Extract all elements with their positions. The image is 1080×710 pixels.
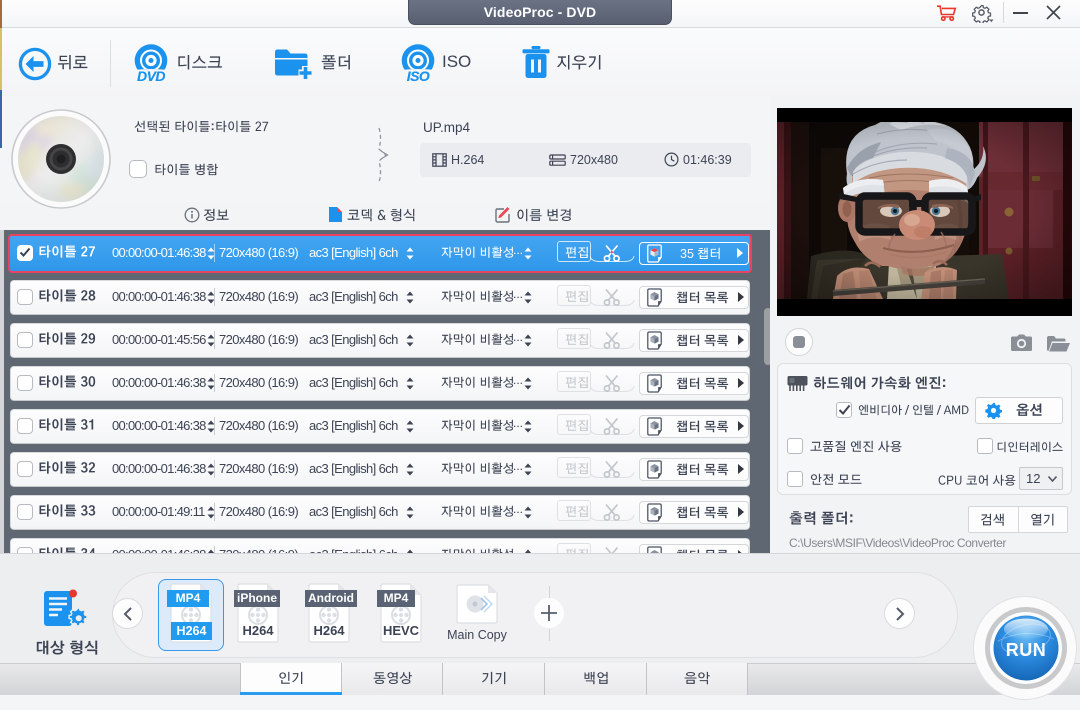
svg-text:ISO: ISO (407, 68, 430, 84)
svg-text:RUN: RUN (1006, 640, 1047, 660)
svg-text:DVD: DVD (137, 68, 165, 84)
